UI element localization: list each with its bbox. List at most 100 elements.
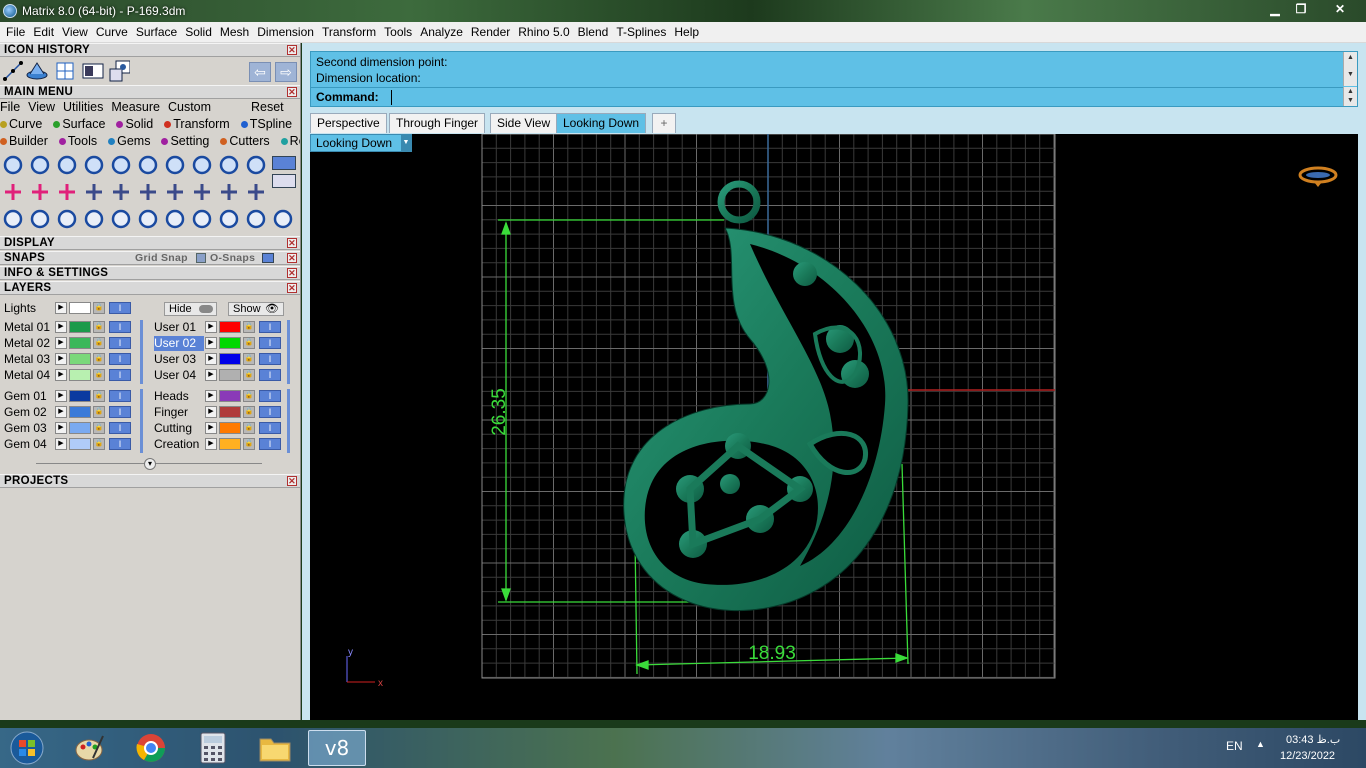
layout-icon[interactable] xyxy=(108,60,130,82)
bezel-icon[interactable] xyxy=(83,154,105,176)
category-render[interactable]: Render xyxy=(280,133,300,150)
lock-icon[interactable]: 🔒 xyxy=(243,353,255,365)
layer-color-swatch[interactable] xyxy=(69,302,91,314)
move-icon[interactable] xyxy=(110,208,132,230)
flow-icon[interactable] xyxy=(164,208,186,230)
tab-through-finger[interactable]: Through Finger xyxy=(389,113,486,133)
layer-row-cutting[interactable]: Cutting ▶ 🔒 I xyxy=(154,421,290,436)
mm-reset[interactable]: Reset xyxy=(251,99,292,116)
layer-row-user-02[interactable]: User 02 ▶ 🔒 I xyxy=(154,336,290,351)
snaps-header[interactable]: SNAPS Grid Snap O-Snaps ✕ xyxy=(0,251,300,265)
layer-name[interactable]: Gem 04 xyxy=(4,437,56,452)
align-icon[interactable] xyxy=(218,208,240,230)
category-tools[interactable]: Tools xyxy=(58,133,105,150)
matrix-app-taskbar-button[interactable]: v8 xyxy=(308,730,366,766)
start-button[interactable] xyxy=(0,730,54,766)
lock-icon[interactable]: 🔒 xyxy=(93,438,105,450)
grid-snap-checkbox[interactable] xyxy=(196,253,206,263)
add-point-star-icon[interactable] xyxy=(29,181,51,203)
menu-file[interactable]: File xyxy=(0,22,29,43)
visibility-toggle[interactable]: I xyxy=(109,337,131,349)
mm-custom[interactable]: Custom xyxy=(168,100,219,114)
layer-row-user-04[interactable]: User 04 ▶ 🔒 I xyxy=(154,368,290,383)
visibility-toggle[interactable]: I xyxy=(259,321,281,333)
tab-perspective[interactable]: Perspective xyxy=(310,113,387,133)
layer-arrow-icon[interactable]: ▶ xyxy=(205,438,217,450)
history-scrollbar[interactable]: ▲ ▼ xyxy=(1343,52,1357,86)
mm-utilities[interactable]: Utilities xyxy=(63,100,111,114)
layer-arrow-icon[interactable]: ▶ xyxy=(55,321,67,333)
layer-name[interactable]: Gem 03 xyxy=(4,421,56,436)
show-button[interactable]: Show 👁 xyxy=(228,302,284,316)
check-icon[interactable] xyxy=(191,181,213,203)
close-button[interactable]: ✕ xyxy=(1326,0,1354,18)
layer-name[interactable]: User 01 xyxy=(154,320,206,335)
command-scrollbar[interactable]: ▲ ▼ xyxy=(1343,87,1357,106)
grid-edit-icon[interactable] xyxy=(218,181,240,203)
layer-color-swatch[interactable] xyxy=(219,438,241,450)
ball-icon[interactable] xyxy=(245,181,267,203)
layer-row-metal-04[interactable]: Metal 04 ▶ 🔒 I xyxy=(4,368,140,383)
layer-row-creation[interactable]: Creation ▶ 🔒 I xyxy=(154,437,290,452)
lock-icon[interactable]: 🔒 xyxy=(93,321,105,333)
clock-date[interactable]: 12/23/2022 xyxy=(1280,750,1335,762)
ring-icon[interactable] xyxy=(56,154,78,176)
menu-help[interactable]: Help xyxy=(670,22,703,43)
osnaps-toggle[interactable]: O-Snaps xyxy=(210,252,255,265)
layer-color-swatch[interactable] xyxy=(69,438,91,450)
layer-arrow-icon[interactable]: ▶ xyxy=(55,422,67,434)
lock-icon[interactable]: 🔒 xyxy=(93,302,105,314)
visibility-toggle[interactable]: I xyxy=(109,353,131,365)
mm-measure[interactable]: Measure xyxy=(111,100,168,114)
snaps-close-icon[interactable]: ✕ xyxy=(287,253,297,263)
menu-dimension[interactable]: Dimension xyxy=(253,22,318,43)
osnaps-checkbox[interactable] xyxy=(262,253,274,263)
expand-chevron-icon[interactable]: ▾ xyxy=(144,458,156,470)
layer-arrow-icon[interactable]: ▶ xyxy=(205,337,217,349)
layer-color-swatch[interactable] xyxy=(69,422,91,434)
ring-outline-icon[interactable] xyxy=(272,208,294,230)
menu-transform[interactable]: Transform xyxy=(318,22,380,43)
layer-color-swatch[interactable] xyxy=(69,353,91,365)
visibility-toggle[interactable]: I xyxy=(259,369,281,381)
menu-tools[interactable]: Tools xyxy=(380,22,416,43)
layer-arrow-icon[interactable]: ▶ xyxy=(205,353,217,365)
lock-icon[interactable]: 🔒 xyxy=(93,406,105,418)
category-curve[interactable]: Curve xyxy=(0,116,50,133)
layer-row-metal-03[interactable]: Metal 03 ▶ 🔒 I xyxy=(4,352,140,367)
array-icon[interactable] xyxy=(2,208,24,230)
layer-name[interactable]: Cutting xyxy=(154,421,206,436)
main-menu-close-icon[interactable]: ✕ xyxy=(287,87,297,97)
lock-icon[interactable]: 🔒 xyxy=(93,390,105,402)
viewport-canvas[interactable]: 26.35 18.93 y x Looking Down ▼ xyxy=(310,133,1358,720)
add-point-icon[interactable] xyxy=(2,181,24,203)
layer-color-swatch[interactable] xyxy=(69,337,91,349)
menu-rhino[interactable]: Rhino 5.0 xyxy=(514,22,573,43)
menu-view[interactable]: View xyxy=(58,22,92,43)
visibility-toggle[interactable]: I xyxy=(259,422,281,434)
layer-name[interactable]: User 04 xyxy=(154,368,206,383)
layer-arrow-icon[interactable]: ▶ xyxy=(205,321,217,333)
lock-icon[interactable]: 🔒 xyxy=(93,369,105,381)
lock-icon[interactable]: 🔒 xyxy=(243,390,255,402)
four-view-icon[interactable] xyxy=(54,60,76,82)
visibility-toggle[interactable]: I xyxy=(259,390,281,402)
category-tspline[interactable]: TSpline xyxy=(240,116,300,133)
icon-history-close-icon[interactable]: ✕ xyxy=(287,45,297,55)
icon-history-header[interactable]: ICON HISTORY ✕ xyxy=(0,43,300,57)
layer-arrow-icon[interactable]: ▶ xyxy=(205,369,217,381)
visibility-toggle[interactable]: I xyxy=(259,406,281,418)
layer-row-metal-01[interactable]: Metal 01 ▶ 🔒 I xyxy=(4,320,140,335)
show-hidden-icons-icon[interactable]: ▲ xyxy=(1256,739,1265,749)
lock-icon[interactable]: 🔒 xyxy=(243,438,255,450)
info-close-icon[interactable]: ✕ xyxy=(287,268,297,278)
layer-arrow-icon[interactable]: ▶ xyxy=(55,406,67,418)
layer-row-user-01[interactable]: User 01 ▶ 🔒 I xyxy=(154,320,290,335)
menu-edit[interactable]: Edit xyxy=(29,22,58,43)
layer-name[interactable]: Creation xyxy=(154,437,206,452)
visibility-toggle[interactable]: I xyxy=(259,353,281,365)
layer-color-swatch[interactable] xyxy=(69,406,91,418)
visibility-toggle[interactable]: I xyxy=(259,337,281,349)
split-icon[interactable] xyxy=(56,181,78,203)
layer-color-swatch[interactable] xyxy=(219,337,241,349)
